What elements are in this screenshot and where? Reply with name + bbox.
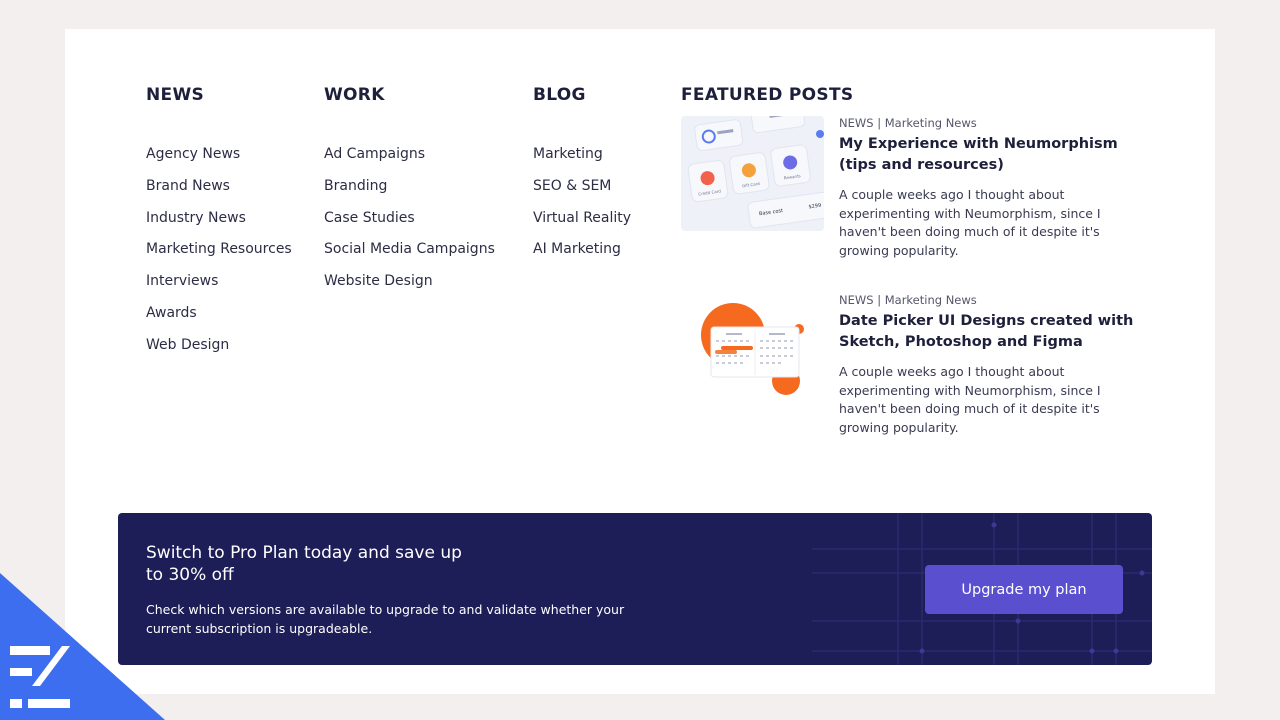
post-excerpt: A couple weeks ago I thought about exper… xyxy=(839,364,1101,436)
upgrade-banner: Switch to Pro Plan today and save up to … xyxy=(118,513,1152,665)
brand-logo-icon xyxy=(0,573,165,720)
banner-heading: Switch to Pro Plan today and save up to … xyxy=(146,543,462,585)
blog-link-seo-sem[interactable]: SEO & SEM xyxy=(533,177,631,209)
blog-heading: BLOG xyxy=(533,85,586,105)
work-heading: WORK xyxy=(324,85,385,105)
blog-link-marketing[interactable]: Marketing xyxy=(533,145,631,177)
news-link-awards[interactable]: Awards xyxy=(146,304,292,336)
news-link-agency-news[interactable]: Agency News xyxy=(146,145,292,177)
post-meta[interactable]: NEWS | Marketing News xyxy=(839,116,1139,132)
news-link-web-design[interactable]: Web Design xyxy=(146,336,292,368)
news-link-marketing-resources[interactable]: Marketing Resources xyxy=(146,240,292,272)
neumorphism-cards-thumbnail[interactable]: Credit Card Gift Card Rewards Base cost … xyxy=(681,102,831,231)
work-link-branding[interactable]: Branding xyxy=(324,177,495,209)
work-link-social-media-campaigns[interactable]: Social Media Campaigns xyxy=(324,240,495,272)
news-link-brand-news[interactable]: Brand News xyxy=(146,177,292,209)
blog-column: BLOG Marketing SEO & SEM Virtual Reality… xyxy=(533,85,631,272)
post-excerpt: A couple weeks ago I thought about exper… xyxy=(839,187,1101,259)
work-link-case-studies[interactable]: Case Studies xyxy=(324,209,495,241)
news-link-industry-news[interactable]: Industry News xyxy=(146,209,292,241)
blog-link-virtual-reality[interactable]: Virtual Reality xyxy=(533,209,631,241)
banner-description: Check which versions are available to up… xyxy=(146,602,625,636)
upgrade-plan-button[interactable]: Upgrade my plan xyxy=(925,565,1123,614)
work-column: WORK Ad Campaigns Branding Case Studies … xyxy=(324,85,495,304)
date-picker-calendar-thumbnail[interactable] xyxy=(681,293,824,408)
featured-posts-column: FEATURED POSTS xyxy=(681,85,853,107)
featured-posts-heading: FEATURED POSTS xyxy=(681,85,854,105)
news-heading: NEWS xyxy=(146,85,205,105)
blog-link-ai-marketing[interactable]: AI Marketing xyxy=(533,240,631,272)
featured-post-text: NEWS | Marketing News Date Picker UI Des… xyxy=(839,293,1139,438)
post-title[interactable]: My Experience with Neumorphism (tips and… xyxy=(839,134,1139,176)
work-link-ad-campaigns[interactable]: Ad Campaigns xyxy=(324,145,495,177)
news-column: NEWS Agency News Brand News Industry New… xyxy=(146,85,292,368)
post-title[interactable]: Date Picker UI Designs created with Sket… xyxy=(839,311,1139,353)
featured-post-text: NEWS | Marketing News My Experience with… xyxy=(839,116,1139,261)
work-link-website-design[interactable]: Website Design xyxy=(324,272,495,304)
news-link-interviews[interactable]: Interviews xyxy=(146,272,292,304)
post-meta[interactable]: NEWS | Marketing News xyxy=(839,293,1139,309)
